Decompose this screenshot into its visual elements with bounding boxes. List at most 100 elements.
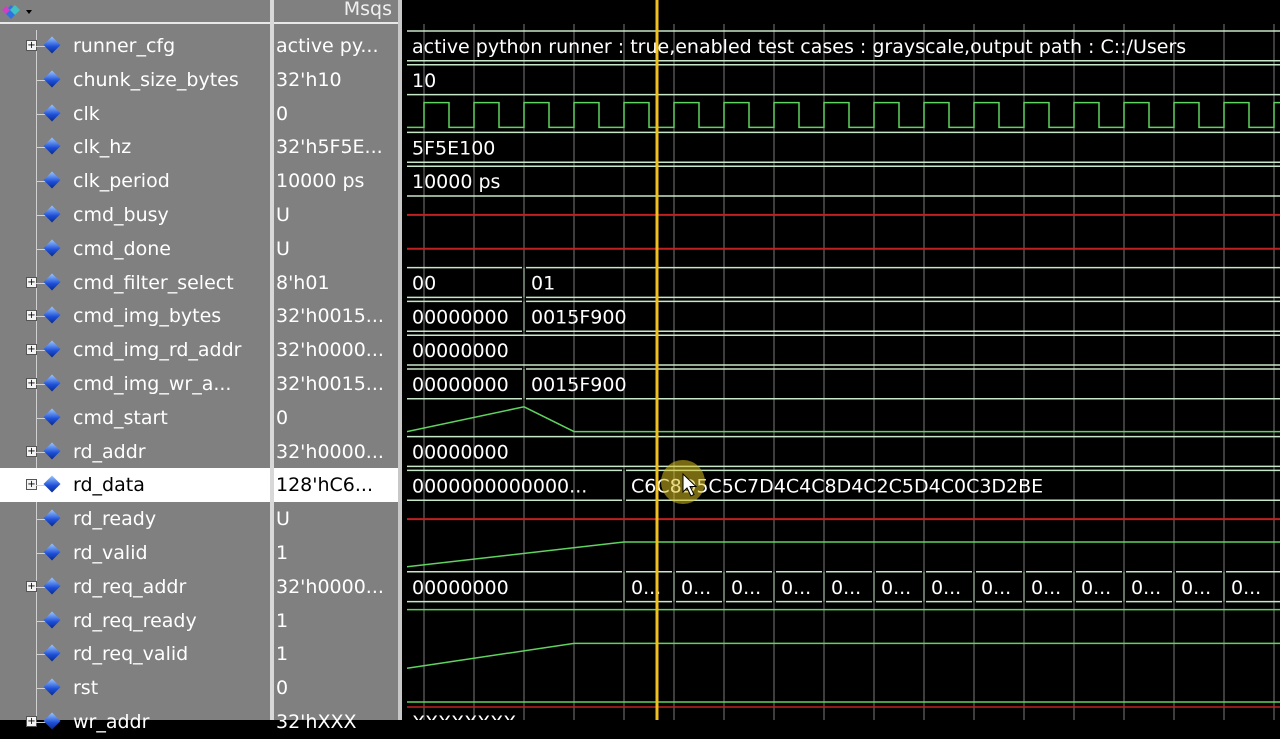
signal-value-cell[interactable]: 1 <box>274 637 398 671</box>
signal-name: cmd_done <box>73 237 171 260</box>
signal-value-cell[interactable]: U <box>274 232 398 266</box>
signal-diamond-icon <box>43 475 61 493</box>
signal-name: clk_period <box>73 170 170 193</box>
bus-value-label: 0015F900 <box>531 306 627 328</box>
signal-value: U <box>276 237 290 260</box>
signal-name: chunk_size_bytes <box>73 68 239 91</box>
signal-row[interactable]: clk_hz <box>0 130 270 164</box>
signal-value-cell[interactable]: 10000 ps <box>274 164 398 198</box>
bus-value-label: 01 <box>531 273 555 295</box>
signal-diamond-icon <box>43 205 61 223</box>
signal-row[interactable]: clk_period <box>0 164 270 198</box>
signal-value-cell[interactable]: 0 <box>274 401 398 435</box>
signal-row[interactable]: clk <box>0 97 270 131</box>
signal-value-cell[interactable]: 8'h01 <box>274 266 398 300</box>
signal-value-cell[interactable]: 32'h5F5E... <box>274 130 398 164</box>
bus-value-label: 0015F900 <box>531 374 627 396</box>
signal-value-cell[interactable]: 32'h0000... <box>274 570 398 604</box>
signal-value-cell[interactable]: 32'hXXX <box>274 705 398 739</box>
bus-value-label: 5F5E100 <box>412 137 495 159</box>
bus-value-label: 00000000 <box>412 374 509 396</box>
signal-value: 32'h0015... <box>276 305 384 328</box>
signal-values-pane: Msqs active py... 32'h10 0 32'h5F5E... 10000… <box>274 0 398 733</box>
signal-row[interactable]: + cmd_img_wr_a... <box>0 367 270 401</box>
signal-row[interactable]: rd_valid <box>0 536 270 570</box>
bit-wave <box>406 642 1280 669</box>
signal-row[interactable]: + cmd_img_bytes <box>0 299 270 333</box>
signal-row[interactable]: + rd_req_addr <box>0 570 270 604</box>
signal-value: 0 <box>276 406 289 429</box>
signal-diamond-icon <box>43 543 61 561</box>
signal-row[interactable]: rd_req_valid <box>0 637 270 671</box>
signal-value-cell[interactable]: 128'hC6... <box>274 468 398 503</box>
signal-value: 0 <box>276 102 289 125</box>
signal-value-cell[interactable]: 32'h0015... <box>274 367 398 401</box>
signal-value: U <box>276 508 290 531</box>
names-header <box>0 0 270 24</box>
signal-diamond-icon <box>43 442 61 460</box>
signal-value-cell[interactable]: 1 <box>274 604 398 638</box>
signal-name: rd_req_ready <box>73 609 197 632</box>
signal-name: rd_req_addr <box>73 575 187 598</box>
signal-value-cell[interactable]: 32'h0000... <box>274 333 398 367</box>
signal-name: rd_valid <box>73 542 148 564</box>
bus-value-label: 0... <box>931 577 961 599</box>
signal-row[interactable]: cmd_done <box>0 232 270 266</box>
signal-value: 1 <box>276 609 289 632</box>
signal-row[interactable]: + rd_addr <box>0 435 270 469</box>
signal-value-cell[interactable]: active py... <box>274 29 398 63</box>
signal-name: cmd_img_rd_addr <box>73 339 242 362</box>
signal-diamond-icon <box>43 712 61 730</box>
signal-value: active py... <box>276 35 379 57</box>
bus-value-label: 00000000 <box>412 577 509 599</box>
bus-value-label: 0... <box>1031 577 1061 599</box>
signal-value-cell[interactable]: U <box>274 198 398 232</box>
bus-value-label: 0... <box>981 577 1011 599</box>
signal-name: clk <box>73 102 100 125</box>
signal-value-cell[interactable]: 32'h0000... <box>274 435 398 469</box>
bus-value-label: 0... <box>681 577 711 599</box>
signal-value: 128'hC6... <box>276 474 374 497</box>
bus-value-label: 0... <box>1081 577 1111 599</box>
signal-name: cmd_busy <box>73 204 169 226</box>
signal-value-cell[interactable]: U <box>274 502 398 536</box>
bus-value-label: 0... <box>1231 577 1261 599</box>
signal-name: clk_hz <box>73 136 132 159</box>
signal-value: 32'h10 <box>276 68 342 91</box>
signal-diamond-icon <box>43 36 61 54</box>
signal-diamond-icon <box>43 306 61 324</box>
signal-row[interactable]: + cmd_img_rd_addr <box>0 333 270 367</box>
signal-value-cell[interactable]: 0 <box>274 97 398 131</box>
signal-name: wr_addr <box>73 711 150 733</box>
signal-row[interactable]: + cmd_filter_select <box>0 266 270 300</box>
signal-value: 8'h01 <box>276 271 330 294</box>
signal-value: 32'h0000... <box>276 575 384 598</box>
signal-value: 1 <box>276 643 289 666</box>
signal-diamond-icon <box>43 611 61 629</box>
wave-pane[interactable]: active python runner : true,enabled test… <box>402 0 1280 720</box>
signal-value-cell[interactable]: 0 <box>274 671 398 705</box>
signal-diamond-icon <box>43 239 61 257</box>
bus-value-label: 0... <box>881 577 911 599</box>
signal-row[interactable]: rd_req_ready <box>0 604 270 638</box>
wave-layers-icon[interactable] <box>2 2 34 20</box>
signal-value-cell[interactable]: 32'h10 <box>274 63 398 97</box>
signal-diamond-icon <box>43 104 61 122</box>
signal-row[interactable]: + runner_cfg <box>0 29 270 63</box>
signal-value-cell[interactable]: 1 <box>274 536 398 570</box>
bus-value-label: 0... <box>1131 577 1161 599</box>
signal-row[interactable]: cmd_busy <box>0 198 270 232</box>
signal-row[interactable]: cmd_start <box>0 401 270 435</box>
signal-row[interactable]: rst <box>0 671 270 705</box>
bus-value-label: XXXXXXXX <box>412 712 516 720</box>
signal-row[interactable]: rd_ready <box>0 502 270 536</box>
values-header: Msqs <box>274 0 398 24</box>
signal-value-cell[interactable]: 32'h0015... <box>274 299 398 333</box>
signal-row[interactable]: + wr_addr <box>0 705 270 739</box>
signal-row[interactable]: + rd_data <box>0 468 270 503</box>
bus-value-label: 0000000000000... <box>412 475 587 497</box>
signal-row[interactable]: chunk_size_bytes <box>0 63 270 97</box>
signal-name: cmd_img_bytes <box>73 305 222 328</box>
bus-value-label: 00000000 <box>412 340 509 362</box>
bus-value-label: 0... <box>1181 577 1211 599</box>
